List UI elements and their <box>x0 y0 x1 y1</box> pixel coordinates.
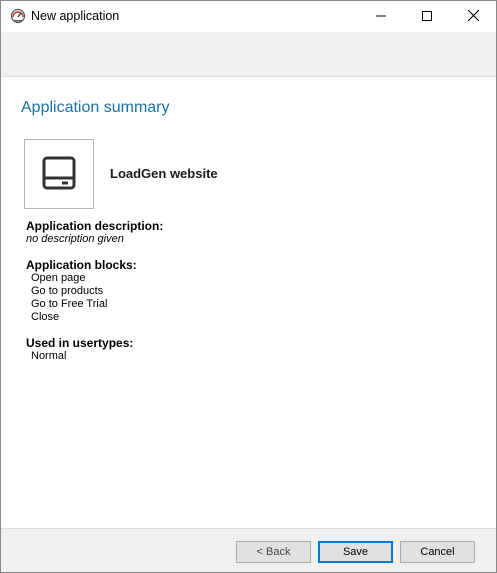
title-bar[interactable]: New application <box>1 1 496 32</box>
list-item: Open page <box>31 272 86 284</box>
minimize-icon <box>376 10 386 24</box>
wizard-footer: < Back Save Cancel <box>1 528 496 572</box>
list-item: Close <box>31 311 60 323</box>
wizard-header-band <box>1 32 496 77</box>
list-item: Normal <box>31 350 67 362</box>
blocks-list: Open page Go to products Go to Free Tria… <box>26 272 326 324</box>
close-icon <box>467 9 479 24</box>
application-details: Application description: no description … <box>26 220 326 376</box>
monitor-icon <box>42 156 76 193</box>
usertypes-label: Used in usertypes: <box>26 336 134 350</box>
application-name: LoadGen website <box>110 166 218 181</box>
minimize-button[interactable] <box>358 1 404 32</box>
blocks-group: Application blocks: Open page Go to prod… <box>26 259 326 324</box>
blocks-label: Application blocks: <box>26 258 137 272</box>
maximize-button[interactable] <box>404 1 450 32</box>
cancel-button[interactable]: Cancel <box>400 541 475 563</box>
maximize-icon <box>422 10 432 24</box>
gauge-icon <box>10 8 26 24</box>
list-item: Go to products <box>31 285 104 297</box>
usertypes-group: Used in usertypes: Normal <box>26 337 326 363</box>
list-item: Go to Free Trial <box>31 298 108 310</box>
back-button[interactable]: < Back <box>236 541 311 563</box>
save-button[interactable]: Save <box>318 541 393 563</box>
usertypes-list: Normal <box>26 350 326 363</box>
description-group: Application description: no description … <box>26 220 326 246</box>
page-title: Application summary <box>21 99 170 116</box>
description-value: no description given <box>26 233 124 245</box>
close-button[interactable] <box>450 1 496 32</box>
description-label: Application description: <box>26 219 164 233</box>
summary-panel: Application summary LoadGen website Appl… <box>1 77 496 528</box>
application-icon-tile <box>24 139 94 209</box>
new-application-window: New application Application summary Load… <box>0 0 497 573</box>
window-title: New application <box>31 9 120 23</box>
